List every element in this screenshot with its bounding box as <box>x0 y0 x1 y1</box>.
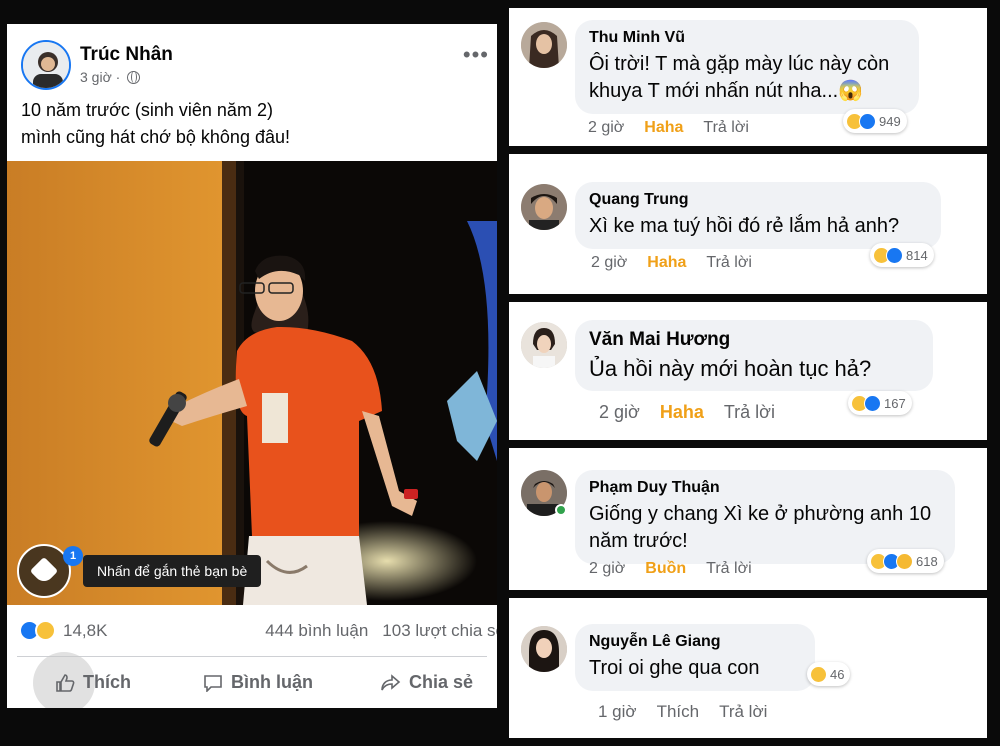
comment-meta: 2 giờ Buồn Trả lời <box>589 560 772 578</box>
comment-reactions[interactable]: 949 <box>843 109 907 133</box>
comment-reactions[interactable]: 814 <box>870 243 934 267</box>
post-actions: Thích Bình luận Chia sẻ <box>7 664 497 704</box>
comment-time[interactable]: 2 giờ <box>588 119 624 136</box>
like-comment-link[interactable]: Thích <box>657 702 700 721</box>
comment-label: Bình luận <box>231 672 313 692</box>
like-label: Thích <box>83 672 131 692</box>
facebook-post: Trúc Nhân 3 giờ · ••• 10 năm trước (sinh… <box>7 24 497 708</box>
haha-reaction-link[interactable]: Haha <box>644 119 683 136</box>
comment-bubble: Quang Trung Xì ke ma tuý hồi đó rẻ lắm h… <box>575 182 941 249</box>
comment-text: Ôi trời! T mà gặp mày lúc này còn khuya … <box>589 53 890 102</box>
reply-link[interactable]: Trả lời <box>706 254 751 271</box>
post-header: Trúc Nhân 3 giờ · ••• 10 năm trước (sinh… <box>7 24 497 164</box>
haha-reaction-link[interactable]: Haha <box>647 254 686 271</box>
reaction-number: 814 <box>906 247 928 263</box>
post-time-text: 3 giờ <box>80 69 112 85</box>
commenter-name[interactable]: Phạm Duy Thuận <box>589 479 941 497</box>
comment-meta: 2 giờ Haha Trả lời <box>591 254 772 272</box>
comment-reactions[interactable]: 618 <box>867 549 944 573</box>
post-timestamp[interactable]: 3 giờ · <box>80 69 141 85</box>
online-status-dot <box>555 504 567 516</box>
post-stats: 14,8K 444 bình luận 103 lượt chia sẻ <box>7 616 497 646</box>
comment-time[interactable]: 2 giờ <box>591 254 627 271</box>
comment-icon <box>204 674 222 692</box>
tag-friends-button[interactable]: 1 <box>17 544 83 598</box>
like-icon <box>859 112 876 130</box>
comment-button[interactable]: Bình luận <box>203 672 313 693</box>
post-photo[interactable]: 1 Nhấn để gắn thẻ bạn bè <box>7 161 497 605</box>
comment-text: Giống y chang Xì ke ở phường anh 10 năm … <box>589 503 932 552</box>
comment-text: Ủa hồi này mới hoàn tục hả? <box>589 356 872 381</box>
post-text: 10 năm trước (sinh viên năm 2) mình cũng… <box>21 97 290 151</box>
thumbs-up-icon <box>56 673 75 692</box>
more-options-icon[interactable]: ••• <box>463 42 489 68</box>
comment-bubble: Văn Mai Hương Ủa hồi này mới hoàn tục hả… <box>575 320 933 391</box>
haha-reaction-link[interactable]: Haha <box>660 402 704 422</box>
comment-time[interactable]: 2 giờ <box>599 402 640 422</box>
author-avatar[interactable] <box>21 40 71 90</box>
reply-link[interactable]: Trả lời <box>703 119 748 136</box>
comment-text: Troi oi ghe qua con <box>589 657 760 679</box>
reply-link[interactable]: Trả lời <box>724 402 775 422</box>
comment-bubble: Nguyễn Lê Giang Troi oi ghe qua con <box>575 624 815 691</box>
like-button[interactable]: Thích <box>55 672 131 693</box>
post-text-line-1: 10 năm trước (sinh viên năm 2) <box>21 100 273 120</box>
post-text-line-2: mình cũng hát chớ bộ không đâu! <box>21 127 290 147</box>
comment-card: Thu Minh Vũ Ôi trời! T mà gặp mày lúc nà… <box>509 8 987 146</box>
reply-link[interactable]: Trả lời <box>719 702 767 721</box>
reaction-number: 167 <box>884 395 906 411</box>
comment-card: Nguyễn Lê Giang Troi oi ghe qua con 46 1… <box>509 598 987 738</box>
comment-card: Phạm Duy Thuận Giống y chang Xì ke ở phư… <box>509 448 987 590</box>
share-count-link[interactable]: 103 lượt chia sẻ <box>382 621 497 640</box>
commenter-name[interactable]: Quang Trung <box>589 191 927 209</box>
comment-card: Văn Mai Hương Ủa hồi này mới hoàn tục hả… <box>509 302 987 440</box>
reaction-count[interactable]: 14,8K <box>63 621 107 641</box>
comment-meta: 1 giờ Thích Trả lời <box>598 702 787 722</box>
like-icon <box>886 246 903 264</box>
tag-hint-tooltip: Nhấn để gắn thẻ bạn bè <box>83 555 262 587</box>
reaction-number: 949 <box>879 113 901 129</box>
share-arrow-icon <box>381 673 401 690</box>
author-name[interactable]: Trúc Nhân <box>80 44 173 66</box>
comment-time[interactable]: 2 giờ <box>589 560 625 577</box>
haha-icon <box>35 620 56 641</box>
comment-time[interactable]: 1 giờ <box>598 702 637 721</box>
globe-icon <box>127 71 141 84</box>
commenter-name[interactable]: Văn Mai Hương <box>589 329 919 351</box>
comment-card: Quang Trung Xì ke ma tuý hồi đó rẻ lắm h… <box>509 154 987 294</box>
commenter-name[interactable]: Thu Minh Vũ <box>589 29 905 47</box>
comment-text: Xì ke ma tuý hồi đó rẻ lắm hả anh? <box>589 215 900 237</box>
reaction-number: 618 <box>916 553 938 569</box>
reaction-icons[interactable] <box>19 620 59 642</box>
comment-reactions[interactable]: 46 <box>807 662 851 686</box>
action-divider <box>17 656 487 657</box>
like-icon <box>864 394 881 412</box>
share-label: Chia sẻ <box>409 672 474 692</box>
commenter-avatar[interactable] <box>521 322 567 368</box>
comment-reactions[interactable]: 167 <box>848 391 912 415</box>
tag-icon <box>29 556 59 586</box>
reply-link[interactable]: Trả lời <box>706 560 751 577</box>
reaction-number: 46 <box>830 666 845 682</box>
commenter-avatar[interactable] <box>521 626 567 672</box>
comment-meta: 2 giờ Haha Trả lời <box>599 402 795 423</box>
tag-count-badge: 1 <box>63 546 83 566</box>
commenter-avatar[interactable] <box>521 184 567 230</box>
commenter-name[interactable]: Nguyễn Lê Giang <box>589 633 801 651</box>
comment-count-link[interactable]: 444 bình luận <box>265 621 368 640</box>
share-button[interactable]: Chia sẻ <box>381 672 473 693</box>
comment-bubble: Thu Minh Vũ Ôi trời! T mà gặp mày lúc nà… <box>575 20 919 114</box>
comment-meta: 2 giờ Haha Trả lời <box>588 119 769 137</box>
sad-reaction-link[interactable]: Buồn <box>645 560 686 577</box>
sad-icon <box>896 552 913 570</box>
haha-icon <box>810 665 827 683</box>
commenter-avatar[interactable] <box>521 22 567 68</box>
